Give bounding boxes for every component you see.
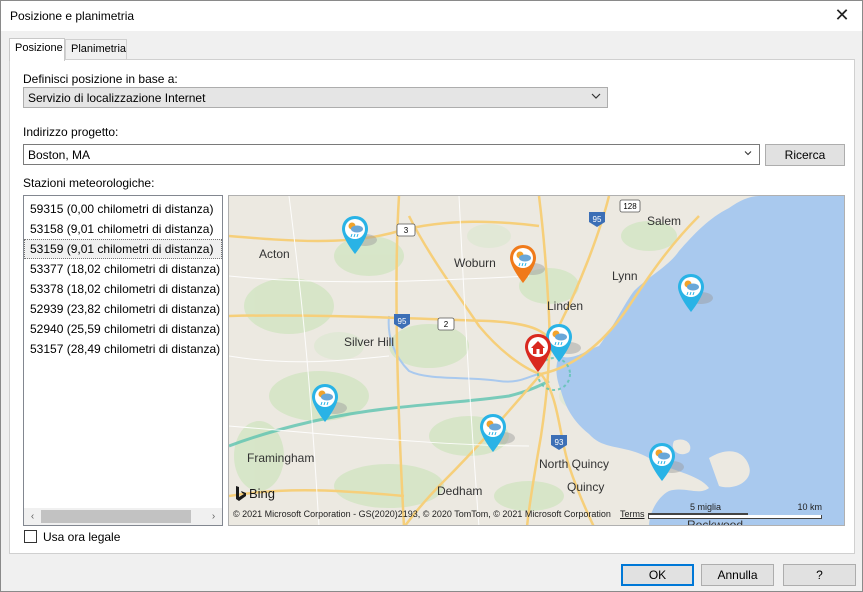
address-value: Boston, MA xyxy=(28,148,91,162)
route-shield-128: 128 xyxy=(623,202,637,211)
bing-logo-text: Bing xyxy=(249,486,276,501)
map-place-label: Woburn xyxy=(454,256,496,270)
daylight-saving-checkbox[interactable] xyxy=(24,530,37,543)
scale-km-label: 10 km xyxy=(797,502,822,512)
ok-button[interactable]: OK xyxy=(621,564,694,586)
weather-stations-list[interactable]: 59315 (0,00 chilometri di distanza) 5315… xyxy=(23,195,223,526)
weather-stations-label: Stazioni meteorologiche: xyxy=(23,176,155,190)
cancel-button[interactable]: Annulla xyxy=(701,564,774,586)
define-position-value: Servizio di localizzazione Internet xyxy=(28,91,206,105)
tab-planimetria-label: Planimetria xyxy=(71,43,127,55)
map-place-label: Dedham xyxy=(437,484,483,498)
list-item[interactable]: 52939 (23,82 chilometri di distanza) xyxy=(24,299,222,319)
ok-button-label: OK xyxy=(648,568,667,582)
map-view[interactable]: 3 95 128 2 95 93 Acton Woburn Salem Lynn… xyxy=(228,195,845,526)
bing-logo-icon xyxy=(236,486,246,501)
list-item[interactable]: 53158 (9,01 chilometri di distanza) xyxy=(24,219,222,239)
list-item[interactable]: 53377 (18,02 chilometri di distanza) xyxy=(24,259,222,279)
scale-bar-line xyxy=(648,515,822,519)
scale-bar-miles-tick xyxy=(648,513,748,515)
weather-station-pin-icon[interactable] xyxy=(479,412,515,456)
title-bar: Posizione e planimetria ✕ xyxy=(1,1,862,31)
help-button[interactable]: ? xyxy=(783,564,856,586)
list-item[interactable]: 59315 (0,00 chilometri di distanza) xyxy=(24,199,222,219)
tab-posizione[interactable]: Posizione xyxy=(9,38,65,61)
search-button[interactable]: Ricerca xyxy=(765,144,845,166)
list-item[interactable]: 52940 (25,59 chilometri di distanza) xyxy=(24,319,222,339)
window-title: Posizione e planimetria xyxy=(10,9,135,23)
tab-posizione-label: Posizione xyxy=(15,42,63,54)
route-shield-3: 3 xyxy=(404,226,409,235)
weather-station-pin-selected-icon[interactable] xyxy=(509,243,545,287)
map-copyright: © 2021 Microsoft Corporation - GS(2020)2… xyxy=(233,509,611,519)
map-place-label: Salem xyxy=(647,214,682,228)
weather-station-pin-icon[interactable] xyxy=(677,272,713,316)
weather-station-pin-icon[interactable] xyxy=(648,441,684,485)
horizontal-scrollbar[interactable]: ‹ › xyxy=(24,508,222,525)
scale-miles-label: 5 miglia xyxy=(690,502,722,512)
dialog-window: Posizione e planimetria ✕ Posizione Plan… xyxy=(0,0,863,592)
route-shield-93: 93 xyxy=(555,438,564,447)
tab-planimetria[interactable]: Planimetria xyxy=(65,39,127,60)
scrollbar-thumb[interactable] xyxy=(41,510,191,523)
list-item[interactable]: 53378 (18,02 chilometri di distanza) xyxy=(24,279,222,299)
route-shield-2: 2 xyxy=(444,320,449,329)
scroll-left-icon[interactable]: ‹ xyxy=(24,508,41,525)
map-terms-link[interactable]: Terms xyxy=(620,509,645,519)
close-icon[interactable]: ✕ xyxy=(832,5,852,25)
map-place-label: Quincy xyxy=(567,480,605,494)
address-label: Indirizzo progetto: xyxy=(23,125,119,139)
help-button-label: ? xyxy=(816,568,823,582)
daylight-saving-label: Usa ora legale xyxy=(43,530,121,544)
map-place-label: Framingham xyxy=(247,451,315,465)
list-item[interactable]: 53157 (28,49 chilometri di distanza) xyxy=(24,339,222,359)
define-position-select[interactable]: Servizio di localizzazione Internet xyxy=(23,87,608,108)
cancel-button-label: Annulla xyxy=(717,568,758,582)
list-item-selected[interactable]: 53159 (9,01 chilometri di distanza) xyxy=(24,239,222,259)
search-button-label: Ricerca xyxy=(784,148,826,162)
define-position-label: Definisci posizione in base a: xyxy=(23,72,178,86)
project-location-home-pin-icon[interactable] xyxy=(524,332,554,376)
route-shield-95b: 95 xyxy=(398,317,407,326)
chevron-down-icon xyxy=(591,93,601,99)
map-place-label: Silver Hill xyxy=(344,335,395,349)
scroll-right-icon[interactable]: › xyxy=(205,508,222,525)
chevron-down-icon[interactable] xyxy=(743,148,753,158)
weather-station-pin-icon[interactable] xyxy=(341,214,377,258)
route-shield-95a: 95 xyxy=(593,215,602,224)
map-place-label: Acton xyxy=(259,247,290,261)
map-place-label: Linden xyxy=(547,299,584,313)
map-place-label: Lynn xyxy=(612,269,638,283)
weather-station-pin-icon[interactable] xyxy=(311,382,347,426)
map-scale-bar: 5 miglia 10 km xyxy=(648,502,824,522)
address-combobox[interactable]: Boston, MA xyxy=(23,144,760,165)
map-place-label: North Quincy xyxy=(539,457,610,471)
